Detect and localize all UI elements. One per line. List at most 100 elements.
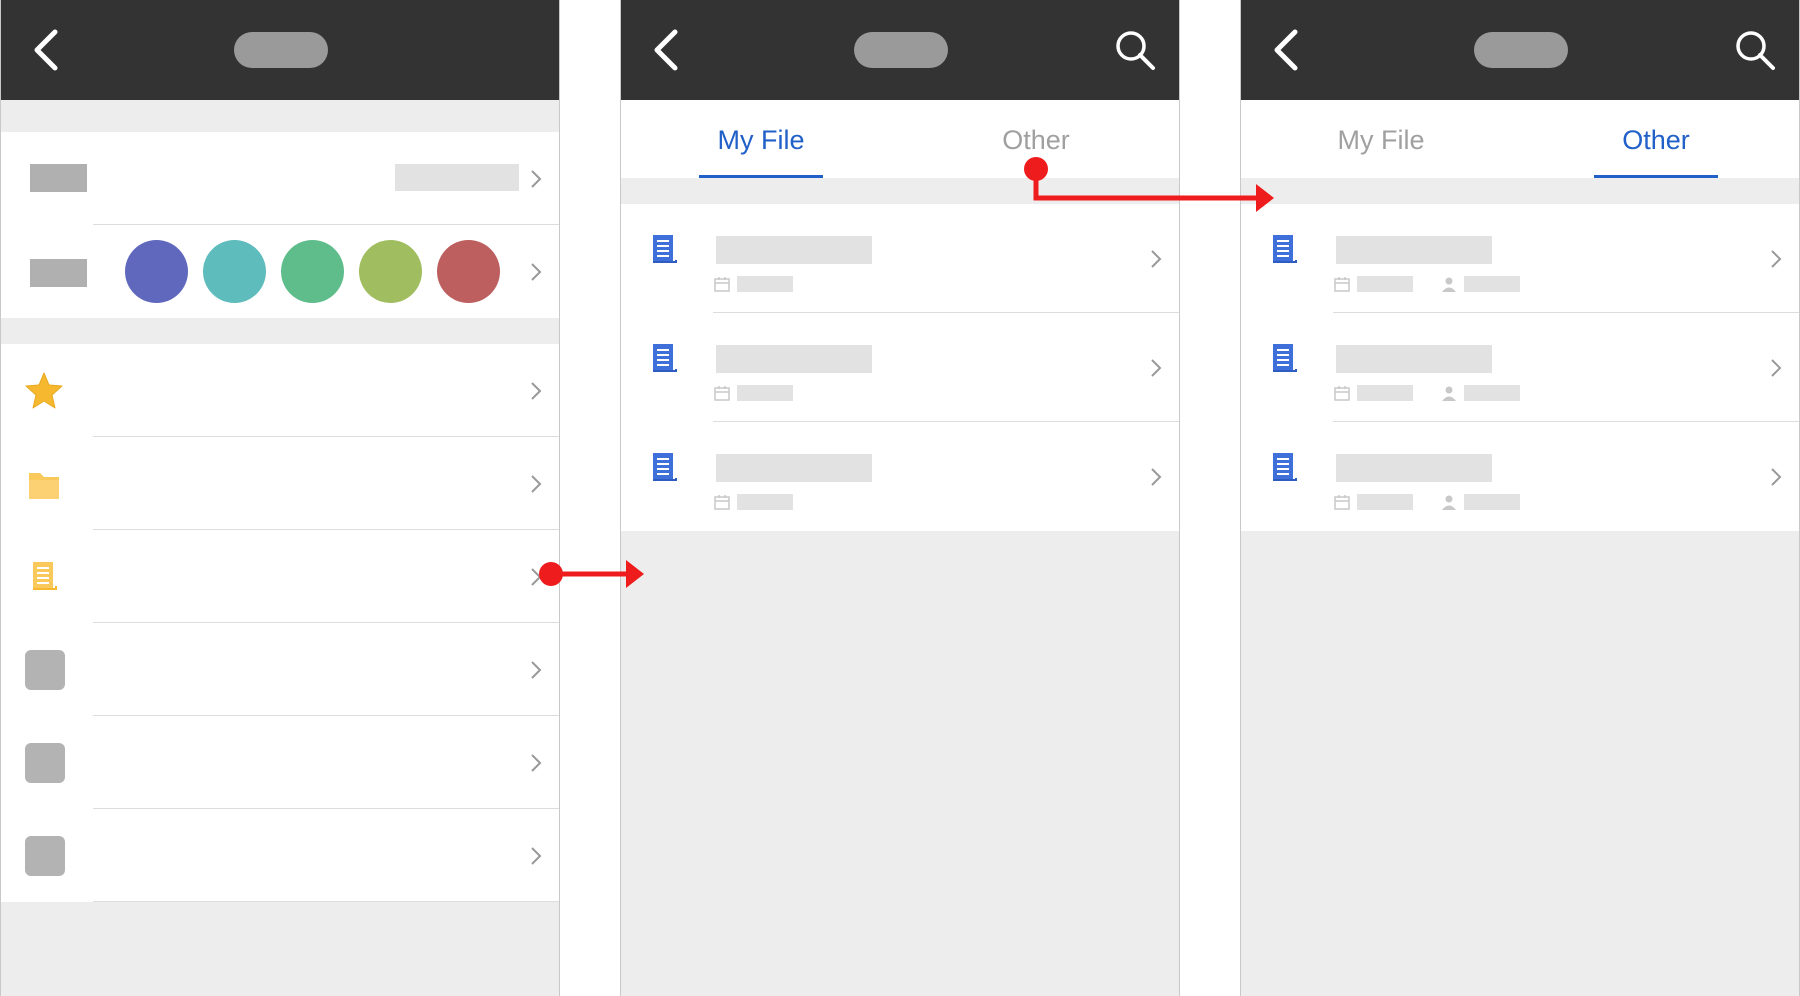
chevron-right-icon: [531, 474, 542, 493]
placeholder-icon: [25, 650, 65, 690]
document-icon: [653, 235, 677, 263]
file-row[interactable]: [621, 422, 1179, 531]
tab-gap: [1241, 178, 1799, 204]
back-arrow-icon[interactable]: [647, 26, 687, 74]
document-icon: [653, 453, 677, 481]
file-date-placeholder: [737, 385, 793, 401]
top-bar: [1, 0, 559, 100]
settings-screen: [0, 0, 560, 996]
user-icon: [1442, 277, 1456, 292]
file-owner-placeholder: [1464, 494, 1520, 510]
menu-row-placeholder[interactable]: [1, 809, 559, 902]
setting-row-color[interactable]: [1, 225, 559, 318]
color-swatch[interactable]: [125, 240, 188, 303]
file-owner-placeholder: [1464, 385, 1520, 401]
tab-label: My File: [1337, 125, 1425, 155]
top-bar: [621, 0, 1179, 100]
menu-row-folders[interactable]: [1, 437, 559, 530]
document-icon: [1273, 453, 1297, 481]
folder-icon: [29, 473, 59, 499]
chevron-right-icon: [1151, 249, 1162, 268]
file-row[interactable]: [621, 313, 1179, 422]
top-bar: [1241, 0, 1799, 100]
chevron-right-icon: [1151, 467, 1162, 486]
file-title-placeholder: [1336, 236, 1492, 264]
chevron-right-icon: [1151, 358, 1162, 377]
tab-my-file[interactable]: My File: [686, 100, 836, 178]
file-list-screen-other: My File Other: [1240, 0, 1800, 996]
calendar-icon: [714, 495, 730, 510]
placeholder-icon: [25, 743, 65, 783]
file-title-placeholder: [716, 236, 872, 264]
row-divider: [93, 901, 559, 902]
menu-row-placeholder[interactable]: [1, 623, 559, 716]
color-swatch[interactable]: [437, 240, 500, 303]
profile-section: [1, 132, 559, 318]
chevron-right-icon: [531, 169, 542, 188]
file-date-placeholder: [737, 494, 793, 510]
color-swatch[interactable]: [203, 240, 266, 303]
file-list: [1241, 204, 1799, 531]
placeholder-icon: [25, 836, 65, 876]
title-placeholder: [234, 32, 328, 68]
document-icon: [1273, 235, 1297, 263]
chevron-right-icon: [1771, 467, 1782, 486]
chevron-right-icon: [1771, 358, 1782, 377]
tab-my-file[interactable]: My File: [1306, 100, 1456, 178]
file-date-placeholder: [1357, 494, 1413, 510]
row-label-placeholder: [30, 259, 87, 287]
file-row[interactable]: [1241, 313, 1799, 422]
title-placeholder: [1474, 32, 1568, 68]
tab-bar: My File Other: [621, 100, 1179, 178]
calendar-icon: [1334, 386, 1350, 401]
tab-bar: My File Other: [1241, 100, 1799, 178]
chevron-right-icon: [531, 381, 542, 400]
chevron-right-icon: [531, 753, 542, 772]
file-row[interactable]: [1241, 422, 1799, 531]
file-row[interactable]: [1241, 204, 1799, 313]
file-title-placeholder: [1336, 454, 1492, 482]
calendar-icon: [1334, 277, 1350, 292]
file-title-placeholder: [716, 454, 872, 482]
menu-section: [1, 344, 559, 902]
file-list: [621, 204, 1179, 531]
title-placeholder: [854, 32, 948, 68]
menu-row-favorites[interactable]: [1, 344, 559, 437]
setting-row-text[interactable]: [1, 132, 559, 225]
color-swatch[interactable]: [281, 240, 344, 303]
file-row[interactable]: [621, 204, 1179, 313]
tab-other[interactable]: Other: [1581, 100, 1731, 178]
document-icon: [33, 562, 57, 590]
file-date-placeholder: [1357, 276, 1413, 292]
search-icon[interactable]: [1111, 26, 1159, 74]
chevron-right-icon: [531, 262, 542, 281]
menu-row-placeholder[interactable]: [1, 716, 559, 809]
calendar-icon: [714, 386, 730, 401]
chevron-right-icon: [531, 660, 542, 679]
search-icon[interactable]: [1731, 26, 1779, 74]
tab-other[interactable]: Other: [961, 100, 1111, 178]
file-owner-placeholder: [1464, 276, 1520, 292]
file-date-placeholder: [1357, 385, 1413, 401]
user-icon: [1442, 495, 1456, 510]
back-arrow-icon[interactable]: [1267, 26, 1307, 74]
row-value-placeholder: [395, 164, 519, 191]
file-list-screen-my-file: My File Other: [620, 0, 1180, 996]
file-title-placeholder: [1336, 345, 1492, 373]
tab-gap: [621, 178, 1179, 204]
menu-row-documents[interactable]: [1, 530, 559, 623]
star-icon: [25, 372, 63, 409]
file-title-placeholder: [716, 345, 872, 373]
tab-label: My File: [717, 125, 805, 155]
color-swatch[interactable]: [359, 240, 422, 303]
chevron-right-icon: [531, 567, 542, 586]
chevron-right-icon: [531, 846, 542, 865]
file-date-placeholder: [737, 276, 793, 292]
row-label-placeholder: [30, 164, 87, 192]
document-icon: [1273, 344, 1297, 372]
chevron-right-icon: [1771, 249, 1782, 268]
calendar-icon: [714, 277, 730, 292]
back-arrow-icon[interactable]: [27, 26, 67, 74]
tab-label: Other: [1622, 125, 1690, 155]
document-icon: [653, 344, 677, 372]
